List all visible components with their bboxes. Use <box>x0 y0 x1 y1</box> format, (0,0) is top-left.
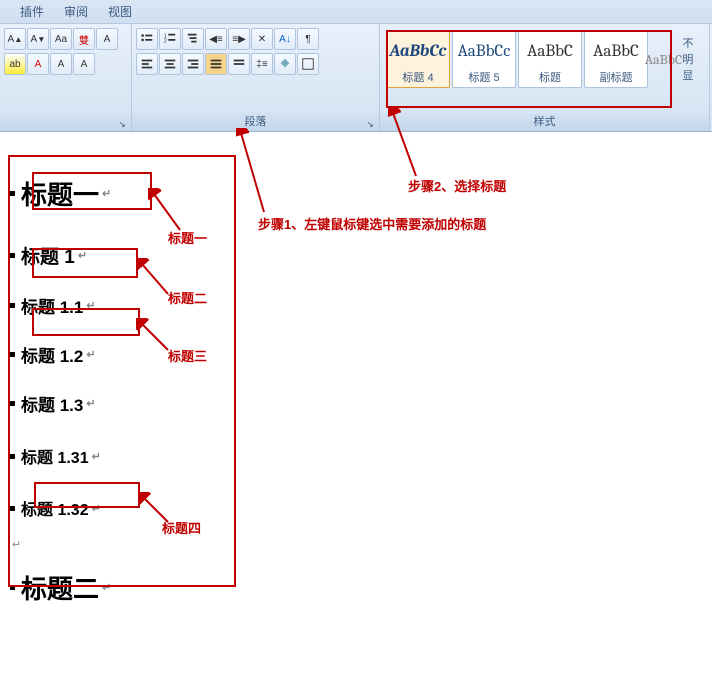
arrow-icon <box>136 318 172 354</box>
style-preview: AaBbC <box>593 33 639 69</box>
tab-view[interactable]: 视图 <box>108 3 132 20</box>
sort-icon[interactable]: A↓ <box>274 28 296 50</box>
shading-icon[interactable] <box>274 53 296 75</box>
align-center-icon[interactable] <box>159 53 181 75</box>
style-name: 标题 4 <box>402 69 433 85</box>
show-marks-icon[interactable]: ¶ <box>297 28 319 50</box>
svg-text:2: 2 <box>164 39 167 45</box>
arrow-icon <box>236 128 276 216</box>
line-spacing-icon[interactable]: ‡≡ <box>251 53 273 75</box>
heading-3[interactable]: 标题 1.3 <box>21 391 83 416</box>
highlight-icon[interactable]: ab <box>4 53 26 75</box>
anno-step2: 步骤2、选择标题 <box>408 176 506 195</box>
ribbon-tabs: 插件 审阅 视图 <box>0 0 712 24</box>
style-heading4[interactable]: AaBbCc 标题 4 <box>386 30 450 88</box>
char-shading-icon[interactable]: A <box>50 53 72 75</box>
anno-step1: 步骤1、左键鼠标键选中需要添加的标题 <box>258 214 486 233</box>
font-color-icon[interactable]: A <box>27 53 49 75</box>
style-preview: AaBbCc <box>458 33 511 69</box>
multilevel-icon[interactable] <box>182 28 204 50</box>
arrow-icon <box>136 258 172 298</box>
ribbon: A▲ A▼ Aa 雙 A ab A A A ↘ 12 ◀≡ <box>0 24 712 132</box>
char-border-icon[interactable]: A <box>96 28 118 50</box>
justify-icon[interactable] <box>205 53 227 75</box>
borders-icon[interactable] <box>297 53 319 75</box>
style-name: 标题 <box>539 69 561 85</box>
heading-1[interactable]: 标题一 <box>21 175 99 212</box>
enclose-icon[interactable]: A <box>73 53 95 75</box>
align-right-icon[interactable] <box>182 53 204 75</box>
heading-2[interactable]: 标题 1 <box>21 242 75 269</box>
arrow-icon <box>388 108 428 178</box>
group-paragraph: 12 ◀≡ ≡▶ ✕ A↓ ¶ ‡≡ 段落 ↘ <box>132 24 380 131</box>
numbering-icon[interactable]: 12 <box>159 28 181 50</box>
style-preview: AaBbC <box>645 41 683 77</box>
launcher-icon[interactable]: ↘ <box>115 115 129 129</box>
asian-layout-icon[interactable]: ✕ <box>251 28 273 50</box>
tab-review[interactable]: 审阅 <box>64 3 88 20</box>
group-styles-label: 样式 <box>380 113 709 131</box>
heading-4[interactable]: 标题 1.31 <box>21 444 89 468</box>
shrink-font-icon[interactable]: A▼ <box>27 28 49 50</box>
anno-label: 标题二 <box>168 288 207 307</box>
distribute-icon[interactable] <box>228 53 250 75</box>
style-name: 副标题 <box>600 69 633 85</box>
launcher-icon[interactable]: ↘ <box>363 115 377 129</box>
group-font: A▲ A▼ Aa 雙 A ab A A A ↘ <box>0 24 132 131</box>
style-name: 标题 5 <box>468 69 499 85</box>
bullets-icon[interactable] <box>136 28 158 50</box>
group-styles: AaBbCc 标题 4 AaBbCc 标题 5 AaBbC 标题 AaBbC 副… <box>380 24 710 131</box>
heading-4[interactable]: 标题 1.32 <box>21 496 89 520</box>
tab-addin[interactable]: 插件 <box>20 3 44 20</box>
align-left-icon[interactable] <box>136 53 158 75</box>
group-font-label: ↘ <box>0 113 131 131</box>
style-preview: AaBbC <box>527 33 573 69</box>
style-subtitle[interactable]: AaBbC 副标题 <box>584 30 648 88</box>
change-case-icon[interactable]: Aa <box>50 28 72 50</box>
style-title[interactable]: AaBbC 标题 <box>518 30 582 88</box>
grow-font-icon[interactable]: A▲ <box>4 28 26 50</box>
phonetic-icon[interactable]: 雙 <box>73 28 95 50</box>
anno-label: 标题四 <box>162 518 201 537</box>
indent-right-icon[interactable]: ≡▶ <box>228 28 250 50</box>
style-name: 不明显 <box>682 35 693 83</box>
indent-left-icon[interactable]: ◀≡ <box>205 28 227 50</box>
heading-1[interactable]: 标题二 <box>21 569 99 606</box>
heading-3[interactable]: 标题 1.2 <box>21 342 83 367</box>
style-preview: AaBbCc <box>390 33 447 69</box>
style-subtle[interactable]: AaBbC 不明显 <box>650 30 688 88</box>
anno-label: 标题一 <box>168 228 207 247</box>
style-heading5[interactable]: AaBbCc 标题 5 <box>452 30 516 88</box>
heading-3[interactable]: 标题 1.1 <box>21 293 83 318</box>
anno-label: 标题三 <box>168 346 207 365</box>
